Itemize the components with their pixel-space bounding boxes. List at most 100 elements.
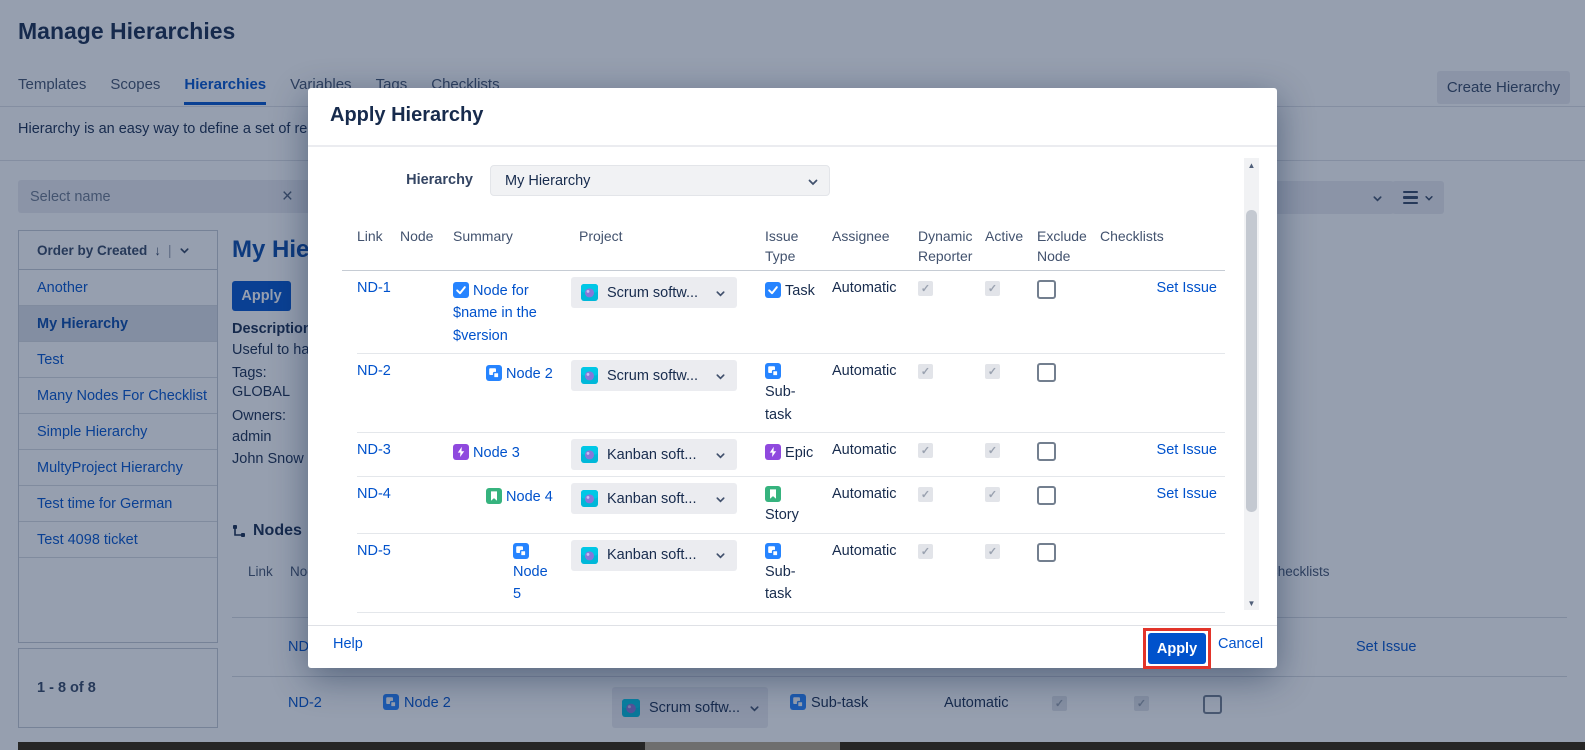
project-select[interactable]: Scrum softw... — [571, 277, 737, 308]
summary-cell: Node 2 — [453, 363, 579, 426]
active-cell: ✓ — [985, 442, 1037, 470]
screen: Manage Hierarchies Create Hierarchy Temp… — [0, 0, 1585, 750]
exclude-node-cell — [1037, 486, 1100, 526]
scroll-up-icon[interactable]: ▲ — [1244, 158, 1259, 172]
exclude-node-checkbox[interactable] — [1037, 543, 1056, 562]
dynamic-reporter-cell: ✓ — [918, 543, 985, 606]
chevron-down-icon — [715, 450, 725, 460]
active-cell: ✓ — [985, 280, 1037, 347]
chevron-down-icon — [715, 371, 725, 381]
summary-link[interactable]: Node 5 — [513, 564, 548, 602]
set-issue-link[interactable]: Set Issue — [1157, 442, 1217, 458]
assignee-cell: Automatic — [832, 486, 918, 526]
assignee-cell: Automatic — [832, 280, 918, 347]
assignee-value: Automatic — [832, 486, 896, 502]
modal-scrollbar-thumb[interactable] — [1246, 210, 1257, 512]
node-cell — [400, 442, 453, 470]
modal-table-body: ND-1 Node for $name in the $version Scrum… — [357, 271, 1225, 613]
node-link[interactable]: ND-5 — [357, 543, 391, 559]
project-value: Scrum softw... — [607, 285, 706, 301]
assignee-cell: Automatic — [832, 442, 918, 470]
project-select[interactable]: Kanban soft... — [571, 483, 737, 514]
divider — [308, 625, 1277, 626]
chevron-down-icon — [715, 288, 725, 298]
set-issue-link[interactable]: Set Issue — [1157, 280, 1217, 296]
exclude-node-checkbox[interactable] — [1037, 363, 1056, 382]
modal-table-row: ND-2 Node 2 Scrum softw... Sub-taskAutoma… — [357, 354, 1225, 433]
active-checkbox: ✓ — [985, 364, 1000, 379]
modal-apply-button[interactable]: Apply — [1148, 633, 1206, 664]
summary-cell: Node 3 — [453, 442, 579, 470]
summary-link[interactable]: Node 2 — [506, 366, 553, 382]
horizontal-scrollbar[interactable] — [18, 742, 1585, 750]
checklists-cell: Set Issue — [1100, 486, 1225, 526]
modal-table-row: ND-1 Node for $name in the $version Scrum… — [357, 271, 1225, 354]
help-link[interactable]: Help — [333, 636, 363, 652]
modal-col-summary: Summary — [453, 226, 579, 267]
checklists-cell — [1100, 543, 1225, 606]
exclude-node-checkbox[interactable] — [1037, 442, 1056, 461]
project-select[interactable]: Kanban soft... — [571, 540, 737, 571]
task-icon — [453, 282, 469, 298]
cancel-link[interactable]: Cancel — [1218, 636, 1263, 652]
project-avatar-icon — [581, 446, 598, 463]
issue-type-cell: Sub-task — [765, 363, 832, 426]
node-link[interactable]: ND-3 — [357, 442, 391, 458]
active-cell: ✓ — [985, 543, 1037, 606]
active-checkbox: ✓ — [985, 281, 1000, 296]
summary-link[interactable]: Node 4 — [506, 489, 553, 505]
assignee-cell: Automatic — [832, 363, 918, 426]
node-link-cell: ND-4 — [357, 486, 400, 526]
node-link[interactable]: ND-1 — [357, 280, 391, 296]
exclude-node-cell — [1037, 363, 1100, 426]
task-icon — [765, 282, 781, 298]
hierarchy-select[interactable]: My Hierarchy — [490, 165, 830, 196]
node-link-cell: ND-1 — [357, 280, 400, 347]
apply-hierarchy-modal: Apply Hierarchy Hierarchy My Hierarchy L… — [308, 88, 1277, 668]
project-cell: Kanban soft... — [579, 486, 765, 526]
project-avatar-icon — [581, 367, 598, 384]
project-cell: Scrum softw... — [579, 280, 765, 347]
hierarchy-label: Hierarchy — [308, 172, 473, 188]
active-cell: ✓ — [985, 486, 1037, 526]
assignee-value: Automatic — [832, 363, 896, 379]
horizontal-scrollbar-thumb[interactable] — [645, 742, 840, 750]
epic-icon — [765, 444, 781, 460]
modal-col-node: Node — [400, 226, 453, 267]
modal-col-link: Link — [357, 226, 400, 267]
story-icon — [486, 488, 502, 504]
dynamic-reporter-cell: ✓ — [918, 363, 985, 426]
modal-title: Apply Hierarchy — [330, 104, 483, 127]
dynamic-reporter-cell: ✓ — [918, 486, 985, 526]
exclude-node-checkbox[interactable] — [1037, 486, 1056, 505]
dynamic-reporter-cell: ✓ — [918, 280, 985, 347]
modal-col-project: Project — [579, 226, 765, 267]
modal-col-exclude-node: Exclude Node — [1037, 226, 1100, 267]
issue-type-cell: Story — [765, 486, 832, 526]
modal-scrollbar[interactable]: ▲ ▼ — [1244, 158, 1259, 610]
summary-cell: Node for $name in the $version — [453, 280, 579, 347]
divider — [308, 145, 1277, 147]
assignee-value: Automatic — [832, 543, 896, 559]
chevron-down-icon — [807, 176, 817, 186]
node-cell — [400, 280, 453, 347]
exclude-node-cell — [1037, 543, 1100, 606]
project-select[interactable]: Scrum softw... — [571, 360, 737, 391]
modal-col-issue-type: Issue Type — [765, 226, 832, 267]
modal-col-checklists: Checklists — [1100, 226, 1225, 267]
chevron-down-icon — [715, 494, 725, 504]
node-link[interactable]: ND-4 — [357, 486, 391, 502]
project-select[interactable]: Kanban soft... — [571, 439, 737, 470]
apply-highlight-box: Apply — [1143, 628, 1211, 669]
project-avatar-icon — [581, 284, 598, 301]
issue-type-label: Sub-task — [765, 561, 809, 606]
exclude-node-cell — [1037, 442, 1100, 470]
set-issue-link[interactable]: Set Issue — [1157, 486, 1217, 502]
summary-link[interactable]: Node 3 — [473, 445, 520, 461]
exclude-node-checkbox[interactable] — [1037, 280, 1056, 299]
dynamic-reporter-checkbox: ✓ — [918, 487, 933, 502]
subtask-icon — [486, 365, 502, 381]
node-link[interactable]: ND-2 — [357, 363, 391, 379]
scroll-down-icon[interactable]: ▼ — [1244, 596, 1259, 610]
assignee-cell: Automatic — [832, 543, 918, 606]
